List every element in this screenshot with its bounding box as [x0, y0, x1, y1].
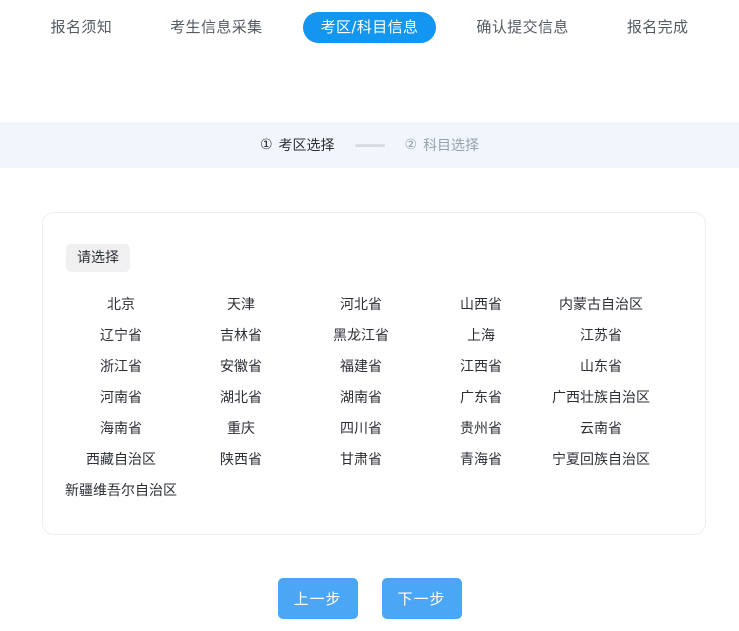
region-option[interactable]: 黑龙江省	[301, 320, 421, 351]
region-option[interactable]: 浙江省	[61, 351, 181, 382]
region-option[interactable]: 北京	[61, 289, 181, 320]
region-option[interactable]: 河南省	[61, 382, 181, 413]
region-option[interactable]: 新疆维吾尔自治区	[61, 475, 181, 506]
step-number-2-icon: ②	[405, 138, 418, 152]
region-option[interactable]: 江苏省	[541, 320, 661, 351]
next-step-button[interactable]: 下一步	[382, 578, 462, 619]
region-selection-card: 请选择 北京 天津 河北省 山西省 内蒙古自治区 辽宁省 吉林省 黑龙江省 上海…	[42, 212, 706, 535]
region-option[interactable]: 海南省	[61, 413, 181, 444]
region-option[interactable]: 青海省	[421, 444, 541, 475]
region-option[interactable]: 湖南省	[301, 382, 421, 413]
region-option[interactable]: 西藏自治区	[61, 444, 181, 475]
region-option[interactable]: 贵州省	[421, 413, 541, 444]
region-option[interactable]: 山西省	[421, 289, 541, 320]
region-option[interactable]: 福建省	[301, 351, 421, 382]
region-grid: 北京 天津 河北省 山西省 内蒙古自治区 辽宁省 吉林省 黑龙江省 上海 江苏省…	[61, 289, 689, 506]
step-label-subject: 科目选择	[423, 135, 479, 155]
region-option[interactable]: 上海	[421, 320, 541, 351]
tab-exam-region-subject[interactable]: 考区/科目信息	[303, 12, 437, 43]
step-connector-line	[355, 144, 385, 147]
region-option[interactable]: 陕西省	[181, 444, 301, 475]
prev-step-button[interactable]: 上一步	[278, 578, 358, 619]
region-option[interactable]: 内蒙古自治区	[541, 289, 661, 320]
region-option[interactable]: 河北省	[301, 289, 421, 320]
step-list: ① 考区选择 ② 科目选择	[260, 135, 479, 155]
region-option[interactable]: 云南省	[541, 413, 661, 444]
region-option[interactable]: 四川省	[301, 413, 421, 444]
step-region-selection[interactable]: ① 考区选择	[260, 135, 335, 155]
region-option[interactable]: 广东省	[421, 382, 541, 413]
region-option[interactable]: 安徽省	[181, 351, 301, 382]
region-option[interactable]: 重庆	[181, 413, 301, 444]
region-option[interactable]: 辽宁省	[61, 320, 181, 351]
region-option[interactable]: 广西壮族自治区	[541, 382, 661, 413]
region-option[interactable]: 宁夏回族自治区	[541, 444, 661, 475]
footer-actions: 上一步 下一步	[0, 578, 739, 619]
region-option[interactable]: 甘肃省	[301, 444, 421, 475]
region-option[interactable]: 江西省	[421, 351, 541, 382]
tab-confirm-submit[interactable]: 确认提交信息	[458, 12, 586, 43]
step-label-region: 考区选择	[279, 135, 335, 155]
region-option[interactable]: 山东省	[541, 351, 661, 382]
tab-registration-notice[interactable]: 报名须知	[33, 12, 131, 43]
step-number-1-icon: ①	[260, 138, 273, 152]
region-option[interactable]: 吉林省	[181, 320, 301, 351]
tab-registration-complete[interactable]: 报名完成	[609, 12, 707, 43]
selection-placeholder-badge[interactable]: 请选择	[66, 244, 130, 272]
tab-candidate-info[interactable]: 考生信息采集	[152, 12, 280, 43]
step-subject-selection[interactable]: ② 科目选择	[405, 135, 480, 155]
region-option[interactable]: 湖北省	[181, 382, 301, 413]
top-tabbar: 报名须知 考生信息采集 考区/科目信息 确认提交信息 报名完成	[0, 0, 739, 122]
step-indicator-band: ① 考区选择 ② 科目选择	[0, 122, 739, 168]
region-option[interactable]: 天津	[181, 289, 301, 320]
tab-list: 报名须知 考生信息采集 考区/科目信息 确认提交信息 报名完成	[22, 12, 718, 43]
